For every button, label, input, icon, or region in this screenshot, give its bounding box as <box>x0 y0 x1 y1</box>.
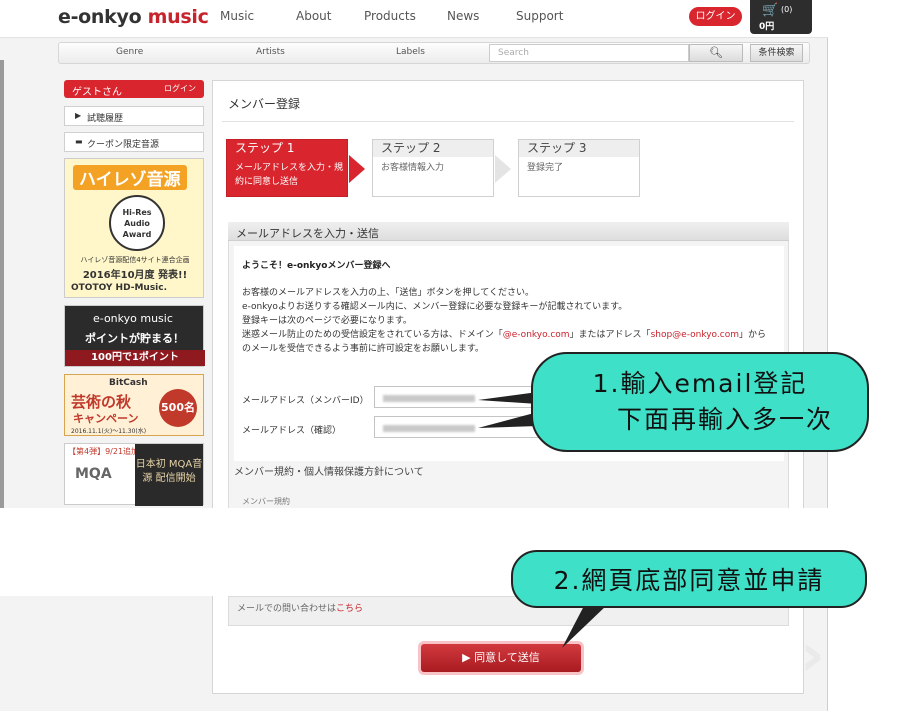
annotation-text: 下面再輸入多一次 <box>616 405 833 434</box>
sidebar-item-label: クーポン限定音源 <box>87 140 160 150</box>
subnav-labels[interactable]: Labels <box>396 47 425 57</box>
banner-mqa[interactable]: 【第4弾】9/21追加 MQA 日本初 MQA音源 配信開始 <box>64 443 204 506</box>
step-1: ステップ 1 メールアドレスを入力・規約に同意し送信 <box>226 139 348 197</box>
top-nav: e-onkyo music Music About Products News … <box>0 0 828 38</box>
nav-music[interactable]: Music <box>220 9 254 23</box>
chevron-right-icon: › <box>800 620 825 690</box>
banner-text: 100円で1ポイント <box>65 350 205 366</box>
logo-prefix: e-onkyo <box>58 6 142 28</box>
left-edge-bar <box>0 60 4 510</box>
page-title: メンバー登録 <box>228 97 301 111</box>
coupon-icon: ▬ <box>75 137 83 146</box>
address-text: shop@e-onkyo.com <box>650 330 739 340</box>
subnav-genre[interactable]: Genre <box>116 47 143 57</box>
terms-subtitle: メンバー規約 <box>242 497 290 506</box>
email-label: メールアドレス（メンバーID） <box>242 396 369 406</box>
banner-brand: BitCash <box>109 378 148 388</box>
cart-button[interactable]: 🛒 (0) 0円 <box>750 0 812 34</box>
site-logo[interactable]: e-onkyo music <box>58 6 209 28</box>
banner-text: キャンペーン <box>73 412 139 425</box>
instruction-line: e-onkyoよりお送りする確認メール内に、メンバー登録に必要な登録キーが記載さ… <box>242 302 628 312</box>
banner-dates: 2016.11.1(火)～11.30(水) <box>71 428 147 435</box>
step-3: ステップ 3 登録完了 <box>518 139 640 197</box>
domain-text: @e-onkyo.com <box>502 330 570 340</box>
contact-text: メールでの問い合わせは <box>237 604 337 614</box>
guest-name: ゲストさん <box>72 87 122 98</box>
nav-support[interactable]: Support <box>516 9 563 23</box>
mqa-logo: MQA <box>75 466 112 482</box>
cart-total: 0円 <box>759 22 775 32</box>
email-confirm-field[interactable] <box>374 416 554 438</box>
logo-suffix: music <box>147 6 209 28</box>
email-confirm-label: メールアドレス（確認） <box>242 426 342 436</box>
step-arrow <box>349 155 365 183</box>
banner-hires[interactable]: ハイレゾ音源 Hi-Res Audio Award ハイレゾ音源配信4サイト連合… <box>64 158 204 298</box>
banner-tag: 【第4弾】9/21追加 <box>68 447 140 456</box>
banner-text: 日本初 MQA音源 配信開始 <box>135 444 203 506</box>
advanced-search-button[interactable]: 条件検索 <box>750 44 803 62</box>
sidebar-item-history[interactable]: ▶ 試聴履歴 <box>64 106 204 126</box>
banner-text: e-onkyo music <box>93 312 173 325</box>
cart-icon: 🛒 <box>762 3 779 18</box>
login-button[interactable]: ログイン <box>689 7 742 26</box>
redacted-value <box>383 425 475 432</box>
nav-news[interactable]: News <box>447 9 479 23</box>
redacted-value <box>383 395 475 402</box>
instruction-line: 迷惑メール防止のための受信設定をされている方は、ドメイン「@e-onkyo.co… <box>242 327 766 340</box>
step-label: ステップ 3 <box>519 140 639 157</box>
award-badge: Hi-Res Audio Award <box>109 195 165 251</box>
agree-submit-button[interactable]: ▶ 同意して送信 <box>421 644 581 672</box>
annotation-step2: 2.網頁底部同意並申請 <box>511 550 867 608</box>
step-2: ステップ 2 お客様情報入力 <box>372 139 494 197</box>
annotation-step1: 1.輸入email登記 下面再輸入多一次 <box>531 352 869 452</box>
sidebar-item-label: 試聴履歴 <box>87 114 124 124</box>
annotation-text: 1.輸入email登記 <box>592 369 808 398</box>
banner-text: ハイレゾ音源配信4サイト連合企画 <box>80 256 190 264</box>
contact-link[interactable]: こちら <box>336 604 363 614</box>
email-field[interactable] <box>374 386 554 408</box>
banner-points[interactable]: e-onkyo music ポイントが貯まる！ 100円で1ポイント <box>64 305 205 367</box>
text: 迷惑メール防止のための受信設定をされている方は、ドメイン「 <box>242 330 503 340</box>
banner-text: ポイントが貯まる！ <box>85 332 184 345</box>
search-button[interactable]: 🔍︎ <box>689 44 743 62</box>
terms-title: メンバー規約・個人情報保護方針について <box>234 467 424 478</box>
text: 」から <box>739 330 767 340</box>
instruction-line: のメールを受信できるよう事前に許可設定をお願いします。 <box>242 344 484 354</box>
sidebar-item-coupon[interactable]: ▬ クーポン限定音源 <box>64 132 204 152</box>
step-label: ステップ 1 <box>227 140 347 157</box>
instruction-line: 登録キーは次のページで必要になります。 <box>242 316 412 326</box>
search-input[interactable]: Search <box>489 44 689 62</box>
step-desc: お客様情報入力 <box>381 163 445 173</box>
cart-count: (0) <box>781 5 793 14</box>
welcome-heading: ようこそ！e-onkyoメンバー登録へ <box>242 261 391 271</box>
step-arrow <box>495 155 511 183</box>
text: 」またはアドレス「 <box>569 330 651 340</box>
step-desc: メールアドレスを入力・規約に同意し送信 <box>235 163 344 187</box>
guest-login-link[interactable]: ログイン <box>164 83 196 94</box>
nav-about[interactable]: About <box>296 9 331 23</box>
section-title: メールアドレスを入力・送信 <box>228 222 789 241</box>
subnav-artists[interactable]: Artists <box>256 47 285 57</box>
triangle-right-icon: ▶ <box>75 111 82 120</box>
step-label: ステップ 2 <box>373 140 493 157</box>
divider <box>222 121 794 122</box>
banner-text: 2016年10月度 発表!! <box>82 270 188 281</box>
search-icon: 🔍︎ <box>709 46 723 59</box>
banner-title: ハイレゾ音源 <box>73 165 187 190</box>
nav-products[interactable]: Products <box>364 9 416 23</box>
banner-brands: OTOTOY HD-Music. <box>71 283 168 293</box>
banner-bitcash[interactable]: BitCash 芸術の秋 キャンペーン 2016.11.1(火)～11.30(水… <box>64 374 204 436</box>
banner-circle: 500名 <box>159 389 197 427</box>
guest-bar: ゲストさん ログイン <box>64 80 204 98</box>
banner-text: 芸術の秋 <box>71 393 132 411</box>
step-desc: 登録完了 <box>527 163 564 173</box>
instruction-line: お客様のメールアドレスを入力の上、「送信」ボタンを押してください。 <box>242 288 534 298</box>
